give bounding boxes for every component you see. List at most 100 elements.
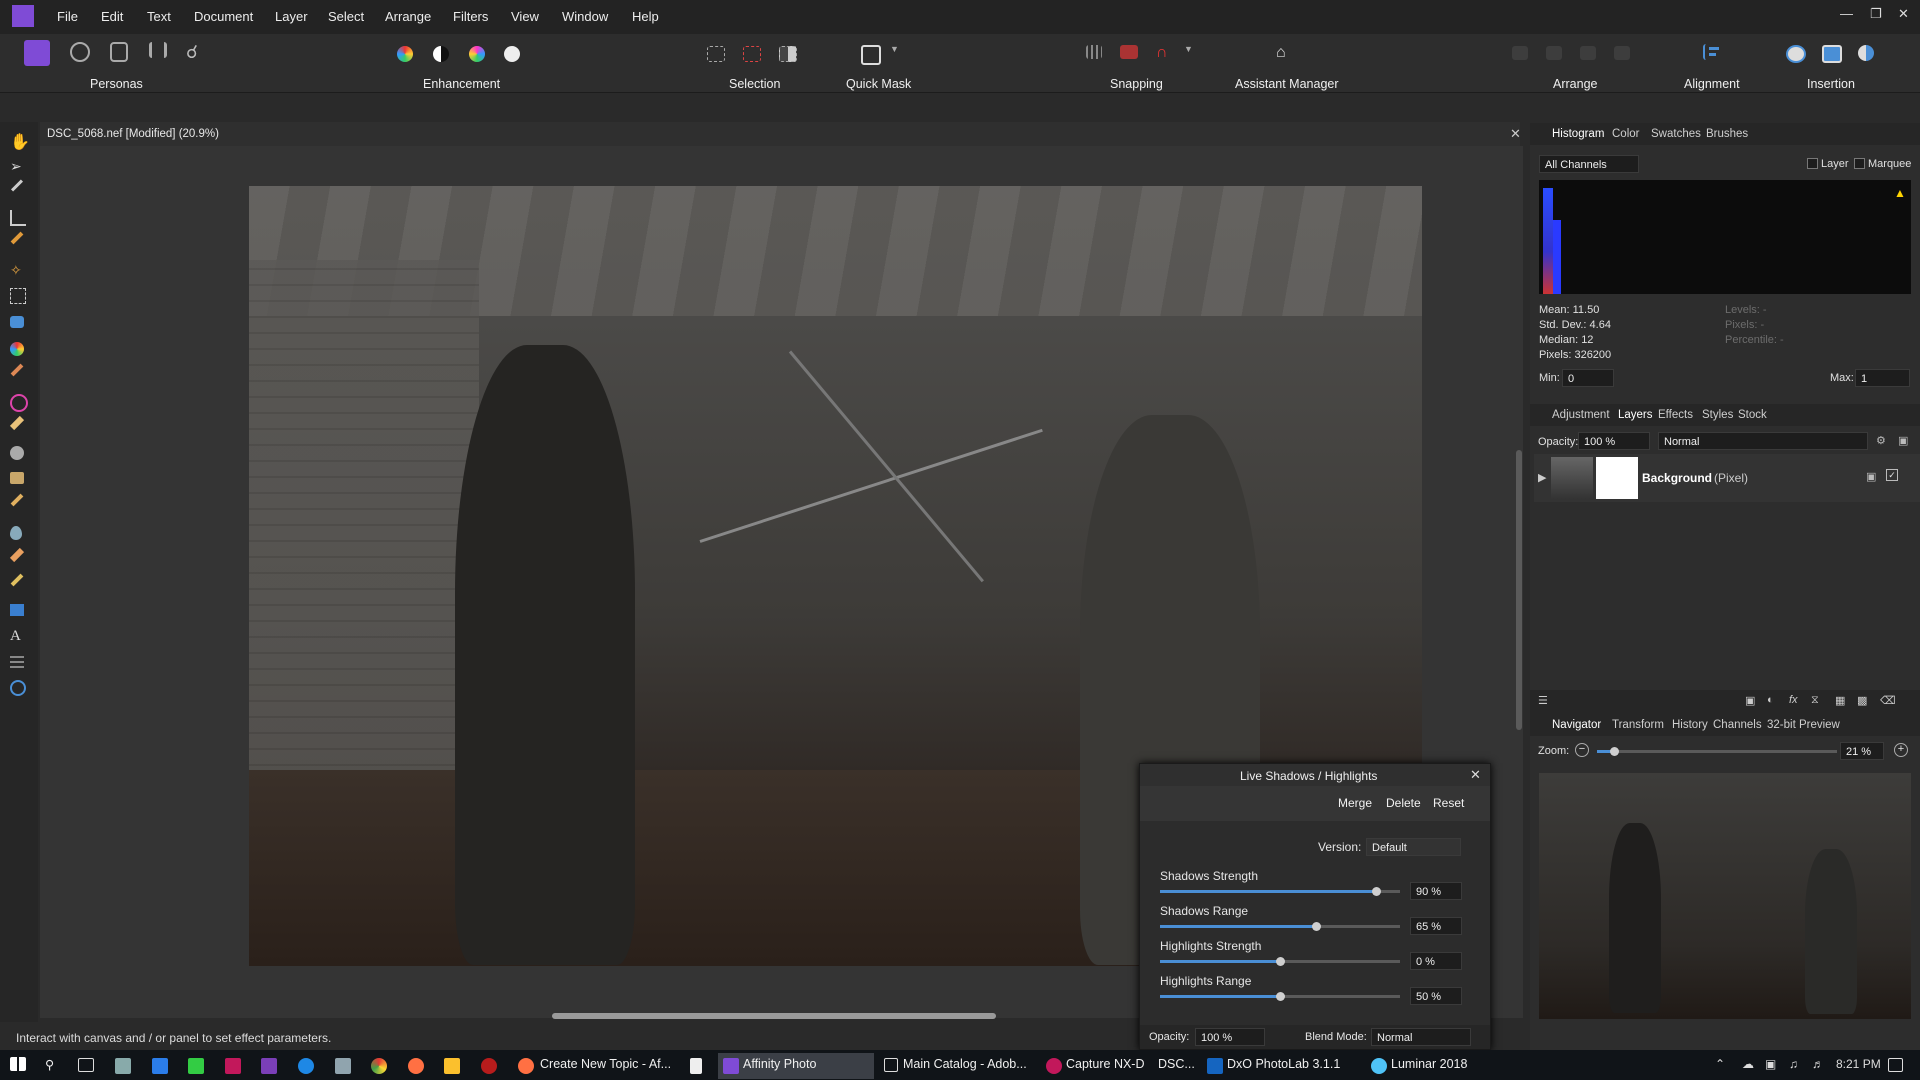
firefox-task-icon[interactable] xyxy=(518,1058,534,1074)
task-dxo-photolab[interactable]: DxO PhotoLab 3.1.1 xyxy=(1227,1057,1340,1071)
menu-text[interactable]: Text xyxy=(147,9,171,24)
zoom-slider-track[interactable] xyxy=(1597,750,1837,753)
tab-32bit-preview[interactable]: 32-bit Preview xyxy=(1767,719,1840,731)
affinity-task-icon[interactable] xyxy=(723,1058,739,1074)
flood-fill-tool-icon[interactable] xyxy=(10,316,24,328)
tab-transform[interactable]: Transform xyxy=(1612,719,1664,731)
pen-tool-icon[interactable] xyxy=(10,573,24,587)
auto-contrast-icon[interactable] xyxy=(433,46,449,62)
version-select[interactable]: Default xyxy=(1366,838,1461,856)
erase-brush-tool-icon[interactable] xyxy=(9,415,25,431)
alignment-icon[interactable] xyxy=(1703,44,1721,60)
task-create-new-topic[interactable]: Create New Topic - Af... xyxy=(540,1057,671,1071)
menu-view[interactable]: View xyxy=(511,9,539,24)
close-document-icon[interactable]: ✕ xyxy=(1510,126,1521,142)
close-window-icon[interactable]: ✕ xyxy=(1898,6,1909,22)
color-picker-tool-icon[interactable] xyxy=(10,179,24,192)
menu-file[interactable]: File xyxy=(57,9,78,24)
tone-mapping-persona-icon[interactable] xyxy=(149,42,167,58)
tab-layers[interactable]: Layers xyxy=(1618,409,1653,421)
taskbar-app-icon-2[interactable] xyxy=(152,1058,168,1074)
filter-blend-select[interactable]: Normal xyxy=(1371,1028,1471,1046)
arrange-backward-icon[interactable] xyxy=(1546,46,1562,60)
add-adjustment-icon[interactable]: ◐ xyxy=(1767,694,1774,706)
layers-blend-mode-select[interactable]: Normal xyxy=(1658,432,1868,450)
select-all-icon[interactable] xyxy=(707,46,725,62)
highlights-range-knob[interactable] xyxy=(1276,992,1285,1001)
color-replacement-tool-icon[interactable] xyxy=(10,394,28,412)
tab-adjustment[interactable]: Adjustment xyxy=(1552,409,1610,421)
max-field[interactable]: 1 xyxy=(1855,369,1910,387)
tab-swatches[interactable]: Swatches xyxy=(1651,128,1701,140)
shadows-range-knob[interactable] xyxy=(1312,922,1321,931)
flood-select-tool-icon[interactable]: ✧ xyxy=(10,262,28,280)
delete-layer-icon[interactable]: ⌫ xyxy=(1880,694,1896,707)
insert-behind-icon[interactable] xyxy=(1822,45,1842,63)
insert-inside-icon[interactable] xyxy=(1786,45,1806,63)
zoom-out-icon[interactable]: − xyxy=(1575,743,1589,757)
merge-button[interactable]: Merge xyxy=(1332,792,1378,814)
zoom-in-icon[interactable]: + xyxy=(1894,743,1908,757)
rectangle-tool-icon[interactable] xyxy=(10,604,24,616)
mesh-warp-tool-icon[interactable] xyxy=(10,654,24,668)
edge-icon[interactable] xyxy=(298,1058,314,1074)
highlights-strength-knob[interactable] xyxy=(1276,957,1285,966)
taskbar-app-icon-4[interactable] xyxy=(225,1058,241,1074)
lightroom-task-icon[interactable] xyxy=(884,1058,898,1072)
dxo-icon[interactable] xyxy=(1207,1058,1223,1074)
invert-selection-icon[interactable] xyxy=(779,46,797,62)
snapping-grid-icon[interactable] xyxy=(1086,45,1102,59)
add-mask-icon[interactable]: ▣ xyxy=(1745,694,1755,707)
zoom-field[interactable]: 21 % xyxy=(1840,742,1884,760)
add-live-filter-icon[interactable]: ⧖ xyxy=(1811,694,1819,707)
tray-chevron-icon[interactable]: ⌃ xyxy=(1715,1057,1725,1071)
export-persona-icon[interactable]: ☌ xyxy=(186,42,212,66)
task-main-catalog[interactable]: Main Catalog - Adob... xyxy=(903,1057,1027,1071)
menu-window[interactable]: Window xyxy=(562,9,608,24)
capture-nxd-icon[interactable] xyxy=(1046,1058,1062,1074)
layer-checkbox[interactable] xyxy=(1807,158,1818,169)
develop-persona-icon[interactable] xyxy=(110,42,128,62)
zoom-slider-knob[interactable] xyxy=(1610,747,1619,756)
menu-document[interactable]: Document xyxy=(194,9,253,24)
delete-button[interactable]: Delete xyxy=(1380,792,1427,814)
horizontal-scrollbar[interactable] xyxy=(552,1013,996,1019)
chrome-icon[interactable] xyxy=(371,1058,387,1074)
reset-button[interactable]: Reset xyxy=(1427,792,1470,814)
vertical-scrollbar[interactable] xyxy=(1516,450,1522,730)
deselect-icon[interactable] xyxy=(743,46,761,62)
hand-tool-icon[interactable]: ✋ xyxy=(10,132,30,151)
tab-navigator[interactable]: Navigator xyxy=(1552,719,1601,731)
arrange-forward-icon[interactable] xyxy=(1580,46,1596,60)
dodge-tool-icon[interactable] xyxy=(10,446,24,460)
tab-histogram[interactable]: Histogram xyxy=(1552,128,1604,140)
layer-lock-icon[interactable]: ▣ xyxy=(1898,434,1908,447)
navigator-preview[interactable] xyxy=(1539,773,1911,1019)
arrange-back-icon[interactable] xyxy=(1512,46,1528,60)
snapping-options-icon[interactable] xyxy=(1120,45,1138,59)
menu-layer[interactable]: Layer xyxy=(275,9,308,24)
layer-row-lock-icon[interactable]: ▣ xyxy=(1866,470,1876,483)
tray-network-icon[interactable]: ☁ xyxy=(1742,1057,1754,1071)
layer-visibility-checkbox[interactable]: ✓ xyxy=(1886,469,1898,481)
notifications-icon[interactable] xyxy=(1888,1058,1903,1072)
taskbar-app-icon-6[interactable] xyxy=(481,1058,497,1074)
snapping-dropdown-icon[interactable]: ▼ xyxy=(1184,44,1193,68)
restore-icon[interactable]: ❐ xyxy=(1870,6,1882,22)
quick-mask-icon[interactable] xyxy=(861,45,881,65)
paint-brush-tool-icon[interactable] xyxy=(10,363,24,377)
quick-mask-dropdown-icon[interactable]: ▼ xyxy=(890,44,899,68)
tab-stock[interactable]: Stock xyxy=(1738,409,1767,421)
photo-persona-icon[interactable] xyxy=(24,40,50,66)
taskbar-app-icon-1[interactable] xyxy=(115,1058,131,1074)
auto-white-balance-icon[interactable] xyxy=(504,46,520,62)
snapping-magnet-icon[interactable]: ∩ xyxy=(1156,44,1174,61)
clone-brush-tool-icon[interactable] xyxy=(10,472,24,484)
selection-brush-tool-icon[interactable] xyxy=(10,231,24,245)
file-explorer-icon[interactable] xyxy=(444,1058,460,1074)
marquee-checkbox[interactable] xyxy=(1854,158,1865,169)
luminar-icon[interactable] xyxy=(1371,1058,1387,1074)
layers-stack-icon[interactable]: ☰ xyxy=(1538,694,1548,707)
windows-start-icon[interactable] xyxy=(10,1057,26,1071)
tab-styles[interactable]: Styles xyxy=(1702,409,1733,421)
